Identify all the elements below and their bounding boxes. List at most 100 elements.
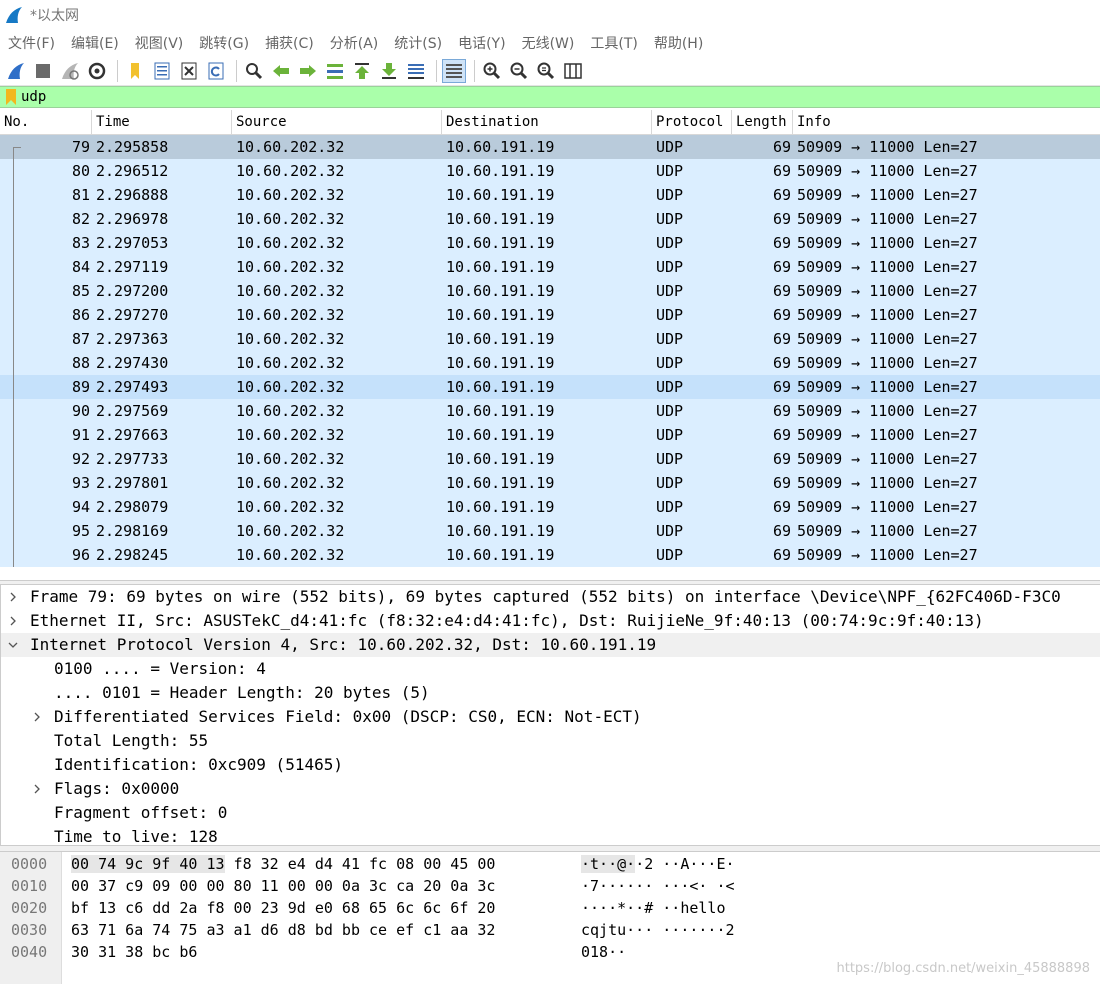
open-file-button[interactable]	[123, 59, 147, 83]
detail-tree-item[interactable]: Frame 79: 69 bytes on wire (552 bits), 6…	[1, 585, 1100, 609]
resize-columns-button[interactable]	[561, 59, 585, 83]
chevron-down-icon[interactable]	[6, 633, 20, 657]
menu-capture[interactable]: 捕获(C)	[261, 33, 318, 53]
cell-destination: 10.60.191.19	[446, 282, 555, 300]
chevron-right-icon[interactable]	[6, 585, 20, 609]
detail-tree-item[interactable]: Flags: 0x0000	[1, 777, 1100, 801]
column-header-protocol[interactable]: Protocol	[652, 110, 732, 135]
menu-help[interactable]: 帮助(H)	[650, 33, 707, 53]
bytes-hex[interactable]: bf 13 c6 dd 2a f8 00 23 9d e0 68 65 6c 6…	[71, 897, 495, 919]
go-to-packet-button[interactable]	[323, 59, 347, 83]
menu-wireless[interactable]: 无线(W)	[518, 33, 579, 53]
zoom-in-button[interactable]	[480, 59, 504, 83]
menu-statistics[interactable]: 统计(S)	[390, 33, 446, 53]
packet-row[interactable]: 79 2.295858 10.60.202.32 10.60.191.19 UDP 69 5…	[0, 135, 1100, 159]
packet-row[interactable]: 85 2.297200 10.60.202.32 10.60.191.19 UDP 69 5…	[0, 279, 1100, 303]
cell-info: 50909 → 11000 Len=27	[797, 162, 978, 180]
bytes-ascii-group-1: ····*··#	[581, 899, 654, 917]
bytes-ascii-group-1-rest: ·2	[635, 855, 654, 873]
menu-edit[interactable]: 编辑(E)	[67, 33, 123, 53]
detail-tree-item[interactable]: Differentiated Services Field: 0x00 (DSC…	[1, 705, 1100, 729]
bytes-ascii[interactable]: ····*··# ··hello	[581, 897, 726, 919]
save-file-button[interactable]	[150, 59, 174, 83]
restart-capture-button[interactable]	[58, 59, 82, 83]
find-packet-button[interactable]	[242, 59, 266, 83]
menu-analyze[interactable]: 分析(A)	[326, 33, 383, 53]
column-header-info[interactable]: Info	[793, 110, 1100, 135]
colorize-button[interactable]	[442, 58, 466, 83]
packet-row[interactable]: 91 2.297663 10.60.202.32 10.60.191.19 UDP 69 5…	[0, 423, 1100, 447]
reload-file-button[interactable]	[204, 59, 228, 83]
detail-tree-item[interactable]: 0100 .... = Version: 4	[1, 657, 1100, 681]
packet-row[interactable]: 94 2.298079 10.60.202.32 10.60.191.19 UDP 69 5…	[0, 495, 1100, 519]
packet-row[interactable]: 80 2.296512 10.60.202.32 10.60.191.19 UDP 69 5…	[0, 159, 1100, 183]
packet-row[interactable]: 86 2.297270 10.60.202.32 10.60.191.19 UDP 69 5…	[0, 303, 1100, 327]
autoscroll-icon	[408, 63, 424, 79]
menu-view[interactable]: 视图(V)	[131, 33, 188, 53]
stop-capture-button[interactable]	[31, 59, 55, 83]
chevron-right-icon[interactable]	[30, 777, 44, 801]
packet-row[interactable]: 93 2.297801 10.60.202.32 10.60.191.19 UDP 69 5…	[0, 471, 1100, 495]
display-filter-input[interactable]	[21, 87, 1081, 107]
menu-telephony[interactable]: 电话(Y)	[454, 33, 509, 53]
cell-length: 69	[772, 522, 791, 540]
chevron-right-icon[interactable]	[6, 609, 20, 633]
bytes-ascii[interactable]: ·7······ ···<· ·<	[581, 875, 735, 897]
go-first-button[interactable]	[350, 59, 374, 83]
zoom-out-button[interactable]	[507, 59, 531, 83]
menu-go[interactable]: 跳转(G)	[195, 33, 253, 53]
column-header-source[interactable]: Source	[232, 110, 442, 135]
bytes-ascii[interactable]: 018··	[581, 941, 626, 963]
zoom-normal-button[interactable]	[534, 59, 558, 83]
bytes-hex[interactable]: 00 37 c9 09 00 00 80 11 00 00 0a 3c ca 2…	[71, 875, 495, 897]
detail-tree-item[interactable]: Internet Protocol Version 4, Src: 10.60.…	[1, 633, 1100, 657]
close-file-button[interactable]	[177, 59, 201, 83]
column-header-length[interactable]: Length	[732, 110, 793, 135]
packet-row[interactable]: 92 2.297733 10.60.202.32 10.60.191.19 UDP 69 5…	[0, 447, 1100, 471]
go-last-button[interactable]	[377, 59, 401, 83]
bytes-ascii[interactable]: cqjtu··· ·······2	[581, 919, 735, 941]
cell-destination: 10.60.191.19	[446, 330, 555, 348]
packet-row[interactable]: 96 2.298245 10.60.202.32 10.60.191.19 UDP 69 5…	[0, 543, 1100, 567]
conversation-bracket-line	[13, 159, 14, 183]
bytes-hex[interactable]: 30 31 38 bc b6	[71, 941, 197, 963]
detail-tree-item[interactable]: .... 0101 = Header Length: 20 bytes (5)	[1, 681, 1100, 705]
bytes-ascii[interactable]: ·t··@··2 ··A···E·	[581, 853, 735, 875]
packet-row[interactable]: 95 2.298169 10.60.202.32 10.60.191.19 UDP 69 5…	[0, 519, 1100, 543]
cell-no: 90	[71, 402, 90, 420]
menu-file[interactable]: 文件(F)	[4, 33, 59, 53]
detail-tree-item[interactable]: Fragment offset: 0	[1, 801, 1100, 825]
cell-protocol: UDP	[656, 498, 684, 516]
start-capture-button[interactable]	[4, 59, 28, 83]
packet-row[interactable]: 83 2.297053 10.60.202.32 10.60.191.19 UDP 69 5…	[0, 231, 1100, 255]
column-header-destination[interactable]: Destination	[442, 110, 652, 135]
bytes-hex[interactable]: 00 74 9c 9f 40 13 f8 32 e4 d4 41 fc 08 0…	[71, 853, 495, 875]
packet-row[interactable]: 81 2.296888 10.60.202.32 10.60.191.19 UDP 69 5…	[0, 183, 1100, 207]
column-header-no[interactable]: No.	[0, 110, 92, 135]
cell-destination: 10.60.191.19	[446, 378, 555, 396]
detail-tree-item[interactable]: Ethernet II, Src: ASUSTekC_d4:41:fc (f8:…	[1, 609, 1100, 633]
go-back-button[interactable]	[269, 59, 293, 83]
bytes-hex-group-1: 00 74 9c 9f 40 13	[71, 855, 225, 873]
detail-tree-item[interactable]: Identification: 0xc909 (51465)	[1, 753, 1100, 777]
bytes-offset: 0040	[11, 943, 48, 961]
go-forward-button[interactable]	[296, 59, 320, 83]
cell-destination: 10.60.191.19	[446, 162, 555, 180]
filter-bookmark-button[interactable]	[3, 88, 19, 106]
chevron-right-icon[interactable]	[30, 705, 44, 729]
bytes-hex[interactable]: 63 71 6a 74 75 a3 a1 d6 d8 bd bb ce ef c…	[71, 919, 495, 941]
packet-row[interactable]: 82 2.296978 10.60.202.32 10.60.191.19 UDP 69 5…	[0, 207, 1100, 231]
packet-row[interactable]: 89 2.297493 10.60.202.32 10.60.191.19 UDP 69 5…	[0, 375, 1100, 399]
packet-row[interactable]: 90 2.297569 10.60.202.32 10.60.191.19 UDP 69 5…	[0, 399, 1100, 423]
packet-row[interactable]: 84 2.297119 10.60.202.32 10.60.191.19 UDP 69 5…	[0, 255, 1100, 279]
packet-row[interactable]: 87 2.297363 10.60.202.32 10.60.191.19 UDP 69 5…	[0, 327, 1100, 351]
pane-splitter[interactable]	[0, 845, 1100, 852]
detail-tree-item[interactable]: Time to live: 128	[1, 825, 1100, 845]
column-header-time[interactable]: Time	[92, 110, 232, 135]
detail-tree-item[interactable]: Total Length: 55	[1, 729, 1100, 753]
bytes-ascii-gap	[653, 899, 662, 917]
autoscroll-button[interactable]	[404, 59, 428, 83]
packet-row[interactable]: 88 2.297430 10.60.202.32 10.60.191.19 UDP 69 5…	[0, 351, 1100, 375]
menu-tools[interactable]: 工具(T)	[586, 33, 641, 53]
capture-options-button[interactable]	[85, 59, 109, 83]
